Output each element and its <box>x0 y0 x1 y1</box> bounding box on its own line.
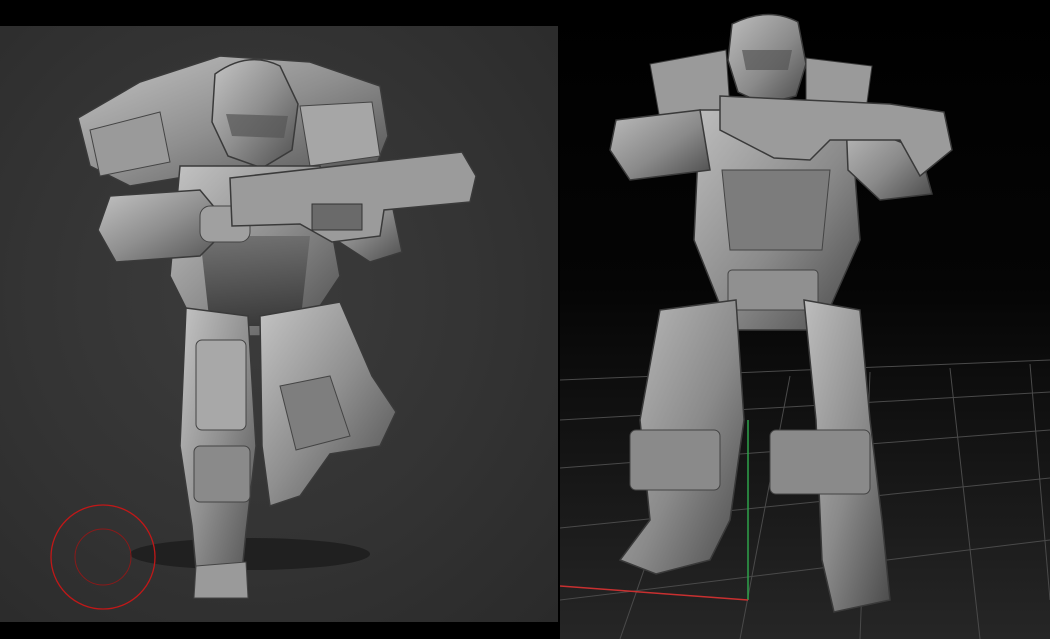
left-canvas-svg <box>50 55 477 610</box>
armored-soldier-model-right <box>609 13 953 613</box>
right-canvas-svg <box>560 13 1050 639</box>
3d-scene-viewport[interactable] <box>560 0 1050 639</box>
floor-grid <box>560 359 1050 639</box>
armored-soldier-model-left <box>77 55 477 599</box>
zbrush-sculpt-viewport[interactable] <box>0 26 558 622</box>
ground-shadow <box>130 538 370 570</box>
